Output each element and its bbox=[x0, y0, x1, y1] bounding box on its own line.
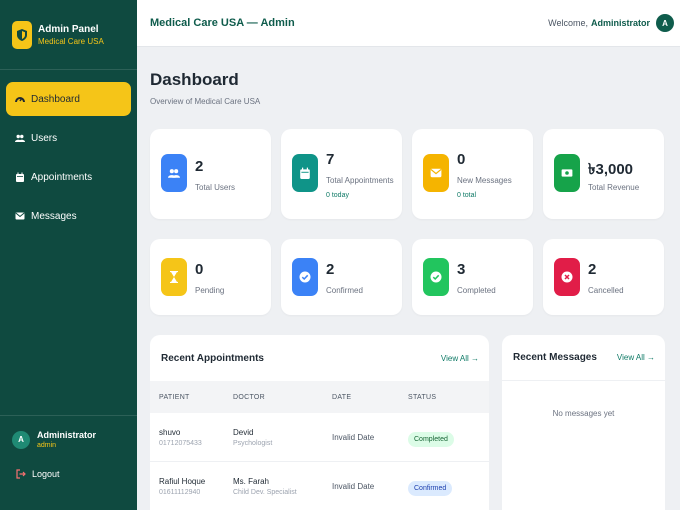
stat-card-total-appointments[interactable]: 7 Total Appointments 0 today bbox=[281, 129, 402, 219]
calendar-icon bbox=[15, 172, 25, 182]
doctor-specialty: Child Dev. Specialist bbox=[233, 488, 297, 496]
x-circle-icon bbox=[554, 258, 580, 296]
user-menu[interactable]: Welcome, Administrator A bbox=[548, 14, 674, 32]
hourglass-icon bbox=[161, 258, 187, 296]
table-row[interactable]: Rafiul Hoque 01611112940 Ms. Farah Child… bbox=[150, 462, 489, 510]
stat-card-total-revenue[interactable]: ৳3,000 Total Revenue bbox=[543, 129, 664, 219]
appointment-date: Invalid Date bbox=[332, 481, 375, 491]
envelope-icon bbox=[423, 154, 449, 192]
stat-label: Completed bbox=[457, 286, 496, 295]
dashboard-icon bbox=[15, 94, 25, 104]
stat-label: Total Appointments bbox=[326, 176, 394, 185]
panel-header: Recent Appointments View All → bbox=[150, 335, 489, 381]
welcome-text: Welcome, bbox=[548, 18, 588, 28]
column-header[interactable]: DOCTOR bbox=[233, 394, 332, 401]
stat-card-cancelled[interactable]: 2 Cancelled bbox=[543, 239, 664, 315]
table-header: PATIENT DOCTOR DATE STATUS bbox=[150, 381, 489, 413]
sidebar-nav: Dashboard Users Appointments Messages bbox=[0, 70, 137, 233]
stat-card-confirmed[interactable]: 2 Confirmed bbox=[281, 239, 402, 315]
sidebar-user-role: admin bbox=[37, 442, 57, 449]
topbar: Medical Care USA — Admin Welcome, Admini… bbox=[137, 0, 680, 47]
money-icon bbox=[554, 154, 580, 192]
appointment-date: Invalid Date bbox=[332, 432, 375, 442]
panel-title: Recent Messages bbox=[513, 352, 597, 363]
page-subtitle: Overview of Medical Care USA bbox=[150, 97, 261, 106]
recent-messages-panel: Recent Messages View All → No messages y… bbox=[502, 335, 665, 510]
stat-label: New Messages bbox=[457, 176, 512, 185]
sidebar-item-messages[interactable]: Messages bbox=[6, 199, 131, 233]
sidebar-item-label: Appointments bbox=[31, 171, 93, 183]
stat-value: 2 bbox=[195, 158, 204, 175]
app-title: Medical Care USA — Admin bbox=[150, 17, 295, 29]
sidebar-footer: A Administrator admin Logout bbox=[0, 415, 137, 510]
view-all-appointments-link[interactable]: View All → bbox=[441, 354, 479, 363]
stat-value: ৳3,000 bbox=[588, 161, 634, 178]
stat-value: 2 bbox=[588, 261, 597, 278]
doctor-name: Devid bbox=[233, 427, 254, 437]
panel-header: Recent Messages View All → bbox=[502, 335, 665, 381]
status-badge: Completed bbox=[408, 431, 454, 447]
stat-card-new-messages[interactable]: 0 New Messages 0 total bbox=[412, 129, 533, 219]
stat-label: Pending bbox=[195, 286, 225, 295]
patient-name: Rafiul Hoque bbox=[159, 476, 206, 486]
stat-label: Confirmed bbox=[326, 286, 363, 295]
sidebar-item-appointments[interactable]: Appointments bbox=[6, 160, 131, 194]
brand-title: Admin Panel bbox=[38, 23, 99, 35]
avatar: A bbox=[12, 430, 30, 449]
stat-value: 2 bbox=[326, 261, 335, 278]
sidebar-item-dashboard[interactable]: Dashboard bbox=[6, 82, 131, 116]
stat-label: Cancelled bbox=[588, 286, 624, 295]
stat-value: 3 bbox=[457, 261, 466, 278]
sidebar-item-label: Users bbox=[31, 132, 58, 144]
brand-subtitle: Medical Care USA bbox=[38, 36, 104, 46]
recent-appointments-panel: Recent Appointments View All → PATIENT D… bbox=[150, 335, 489, 510]
stat-label: Total Revenue bbox=[588, 183, 640, 192]
patient-phone: 01611112940 bbox=[159, 488, 201, 496]
stat-value: 0 bbox=[457, 151, 466, 168]
sidebar-item-label: Messages bbox=[31, 210, 77, 222]
shield-logo-icon bbox=[12, 20, 32, 49]
view-all-messages-link[interactable]: View All → bbox=[617, 353, 655, 362]
users-icon bbox=[15, 133, 25, 143]
stat-sublabel: 0 today bbox=[326, 192, 349, 199]
avatar[interactable]: A bbox=[656, 14, 674, 32]
status-badge: Confirmed bbox=[408, 480, 453, 496]
sidebar: Admin Panel Medical Care USA Dashboard U… bbox=[0, 0, 137, 510]
envelope-icon bbox=[15, 211, 25, 221]
sidebar-item-label: Dashboard bbox=[31, 93, 80, 105]
column-header[interactable]: DATE bbox=[332, 394, 408, 401]
brand: Admin Panel Medical Care USA bbox=[0, 0, 137, 70]
welcome-user: Administrator bbox=[590, 18, 650, 28]
stat-card-completed[interactable]: 3 Completed bbox=[412, 239, 533, 315]
page-title: Dashboard bbox=[150, 70, 239, 89]
logout-button[interactable]: Logout bbox=[0, 449, 137, 479]
logout-icon bbox=[16, 469, 26, 479]
stat-card-pending[interactable]: 0 Pending bbox=[150, 239, 271, 315]
sidebar-item-users[interactable]: Users bbox=[6, 121, 131, 155]
empty-state-text: No messages yet bbox=[552, 409, 615, 418]
patient-phone: 01712075433 bbox=[159, 439, 202, 447]
sidebar-user: A Administrator admin bbox=[0, 416, 137, 449]
doctor-name: Ms. Farah bbox=[233, 476, 270, 486]
logout-label: Logout bbox=[32, 469, 60, 479]
check-circle-icon bbox=[423, 258, 449, 296]
users-icon bbox=[161, 154, 187, 192]
check-circle-icon bbox=[292, 258, 318, 296]
calendar-icon bbox=[292, 154, 318, 192]
stat-card-total-users[interactable]: 2 Total Users bbox=[150, 129, 271, 219]
column-header[interactable]: STATUS bbox=[408, 394, 489, 401]
panel-title: Recent Appointments bbox=[161, 352, 264, 364]
stat-value: 0 bbox=[195, 261, 204, 278]
stat-value: 7 bbox=[326, 151, 335, 168]
doctor-specialty: Psychologist bbox=[233, 439, 273, 447]
sidebar-user-name: Administrator bbox=[37, 430, 97, 440]
table-row[interactable]: shuvo 01712075433 Devid Psychologist Inv… bbox=[150, 413, 489, 462]
column-header[interactable]: PATIENT bbox=[150, 394, 233, 401]
patient-name: shuvo bbox=[159, 427, 181, 437]
stat-sublabel: 0 total bbox=[457, 192, 477, 199]
stat-label: Total Users bbox=[195, 183, 236, 192]
